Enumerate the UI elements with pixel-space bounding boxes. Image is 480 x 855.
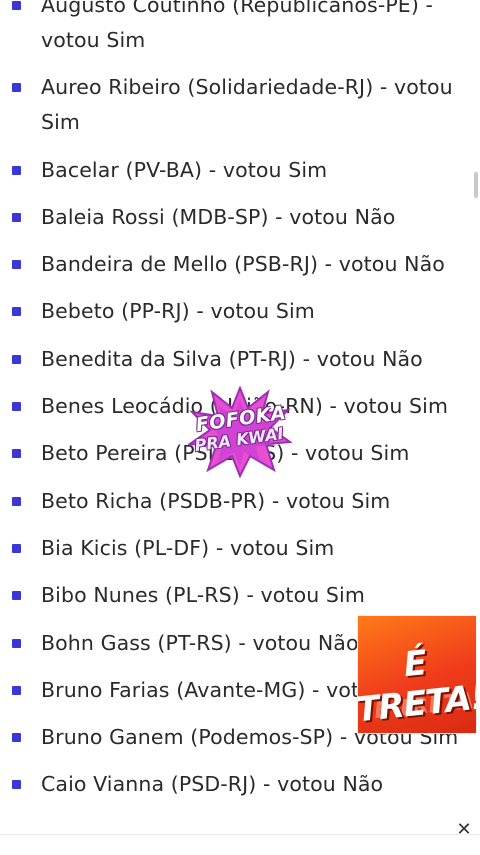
vote-text: Bibo Nunes (PL-RS) - votou Sim (41, 583, 365, 608)
list-item: Bandeira de Mello (PSB-RJ) - votou Não (0, 247, 480, 282)
bullet-icon (12, 733, 21, 743)
drama-sticker-title: É TRETA! (357, 643, 477, 731)
bullet-icon (12, 165, 21, 175)
list-item: Caio Vianna (PSD-RJ) - votou Não (0, 767, 480, 802)
bullet-icon (12, 543, 21, 553)
close-icon[interactable]: ✕ (454, 820, 474, 840)
bullet-icon (12, 591, 21, 601)
bullet-icon (12, 402, 21, 412)
list-item: Beto Richa (PSDB-PR) - votou Sim (0, 484, 480, 519)
vote-text: Aureo Ribeiro (Solidariedade-RJ) - votou… (41, 75, 453, 135)
vote-text: Bohn Gass (PT-RS) - votou Não (41, 630, 359, 655)
vote-text: Bacelar (PV-BA) - votou Sim (41, 157, 328, 182)
bullet-icon (12, 780, 21, 790)
list-item: Bibo Nunes (PL-RS) - votou Sim (0, 578, 480, 613)
vote-text: Baleia Rossi (MDB-SP) - votou Não (41, 204, 396, 229)
list-item: Baleia Rossi (MDB-SP) - votou Não (0, 200, 480, 235)
vote-text: Bebeto (PP-RJ) - votou Sim (41, 299, 315, 324)
vote-text: Benedita da Silva (PT-RJ) - votou Não (41, 346, 423, 371)
bullet-icon (12, 260, 21, 270)
list-item: Bebeto (PP-RJ) - votou Sim (0, 294, 480, 329)
bullet-icon (12, 307, 21, 317)
bottom-ad-bar (0, 834, 480, 855)
bullet-icon (12, 1, 21, 10)
list-item: Bacelar (PV-BA) - votou Sim (0, 153, 480, 188)
list-item: Bia Kicis (PL-DF) - votou Sim (0, 531, 480, 566)
vote-text: Bia Kicis (PL-DF) - votou Sim (41, 535, 335, 560)
scrollbar-thumb[interactable] (474, 172, 478, 198)
bullet-icon (12, 354, 21, 364)
vote-text: Bandeira de Mello (PSB-RJ) - votou Não (41, 252, 445, 277)
list-item: Augusto Coutinho (Republicanos-PE) - vot… (0, 0, 480, 58)
vote-text: Beto Richa (PSDB-PR) - votou Sim (41, 488, 391, 513)
gossip-sticker: FOFOKA PRA KWAI (188, 386, 292, 478)
bullet-icon (12, 449, 21, 459)
bullet-icon (12, 685, 21, 695)
bullet-icon (12, 496, 21, 506)
bullet-icon (12, 638, 21, 648)
vote-text: Caio Vianna (PSD-RJ) - votou Não (41, 772, 384, 797)
bullet-icon (12, 83, 21, 93)
bullet-icon (12, 212, 21, 222)
vote-text: Augusto Coutinho (Republicanos-PE) - vot… (41, 0, 434, 52)
drama-sticker: É TRETA É TRETA! (357, 615, 477, 734)
list-item: Aureo Ribeiro (Solidariedade-RJ) - votou… (0, 70, 480, 140)
list-item: Benedita da Silva (PT-RJ) - votou Não (0, 342, 480, 377)
